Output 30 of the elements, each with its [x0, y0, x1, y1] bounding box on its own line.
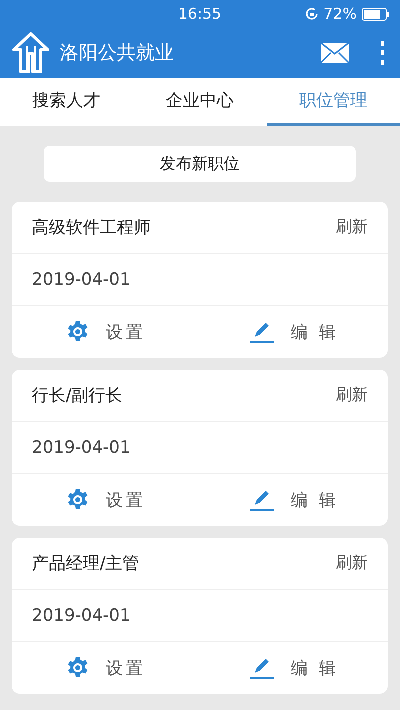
publish-button[interactable]: 发布新职位: [44, 146, 356, 182]
pencil-icon: [248, 488, 275, 512]
job-title: 高级软件工程师: [32, 217, 152, 239]
settings-button[interactable]: 设置: [12, 306, 200, 358]
job-title: 行长/副行长: [32, 385, 124, 407]
gear-icon: [66, 656, 90, 680]
battery-percent: 72%: [324, 5, 357, 23]
rotation-lock-icon: [304, 7, 319, 21]
settings-button[interactable]: 设置: [12, 474, 200, 526]
refresh-button[interactable]: 刷新: [336, 553, 368, 574]
job-date: 2019-04-01: [32, 438, 131, 458]
gear-icon: [66, 488, 90, 512]
gear-icon: [66, 320, 90, 344]
battery-icon: [362, 8, 390, 20]
job-date: 2019-04-01: [32, 606, 131, 626]
pencil-icon: [248, 320, 275, 344]
pencil-icon: [248, 656, 275, 680]
settings-button[interactable]: 设置: [12, 642, 200, 694]
app-title: 洛阳公共就业: [60, 41, 175, 66]
job-date: 2019-04-01: [32, 270, 131, 290]
clock: 16:55: [178, 5, 222, 23]
edit-button[interactable]: 编 辑: [200, 642, 388, 694]
job-title: 产品经理/主管: [32, 553, 141, 575]
refresh-button[interactable]: 刷新: [336, 217, 368, 238]
mail-icon[interactable]: [320, 42, 350, 64]
logo-icon: [10, 32, 52, 74]
more-icon[interactable]: [380, 41, 386, 65]
refresh-button[interactable]: 刷新: [336, 385, 368, 406]
edit-button[interactable]: 编 辑: [200, 474, 388, 526]
edit-button[interactable]: 编 辑: [200, 306, 388, 358]
